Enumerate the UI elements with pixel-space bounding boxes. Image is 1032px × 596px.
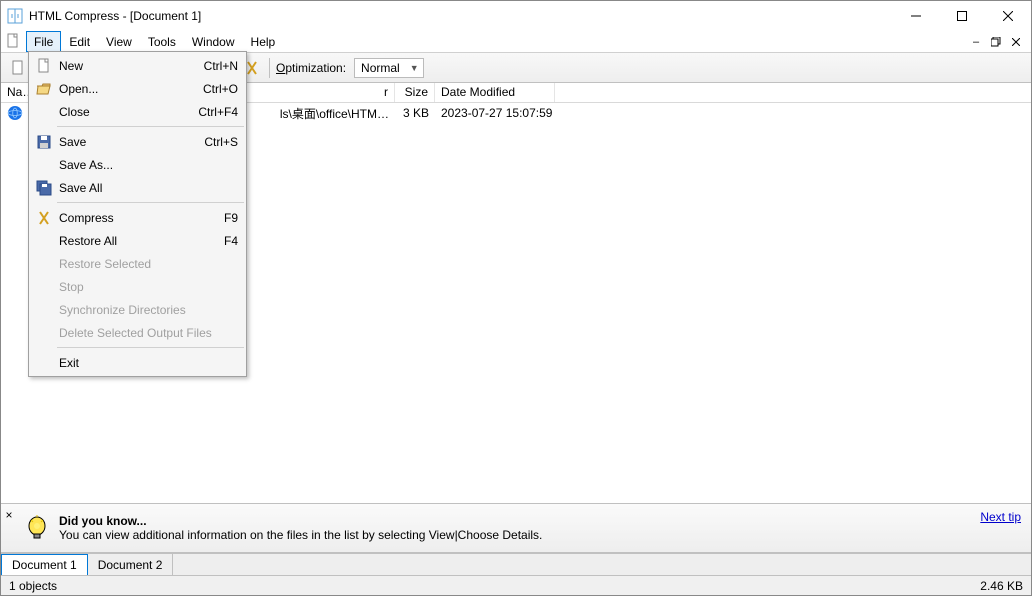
close-button[interactable] bbox=[985, 1, 1031, 31]
status-right: 2.46 KB bbox=[980, 579, 1023, 593]
menu-view[interactable]: View bbox=[98, 31, 140, 52]
minimize-button[interactable] bbox=[893, 1, 939, 31]
menu-item-restoresel: Restore Selected bbox=[29, 252, 246, 275]
tip-body: You can view additional information on t… bbox=[59, 528, 972, 542]
file-menu-dropdown: New Ctrl+N Open... Ctrl+O Close Ctrl+F4 … bbox=[28, 51, 247, 377]
status-left: 1 objects bbox=[9, 579, 57, 593]
column-date[interactable]: Date Modified bbox=[435, 83, 555, 102]
mdi-close-button[interactable] bbox=[1009, 35, 1023, 49]
menu-bar: File Edit View Tools Window Help – bbox=[1, 31, 1031, 53]
menu-item-saveas[interactable]: Save As... bbox=[29, 153, 246, 176]
mdi-minimize-button[interactable]: – bbox=[969, 35, 983, 49]
tip-panel: × Did you know... You can view additiona… bbox=[1, 503, 1031, 553]
menu-edit[interactable]: Edit bbox=[61, 31, 98, 52]
menu-item-sync: Synchronize Directories bbox=[29, 298, 246, 321]
menu-item-saveall[interactable]: Save All bbox=[29, 176, 246, 199]
compress-icon bbox=[33, 210, 55, 226]
save-all-icon bbox=[33, 180, 55, 196]
menu-window[interactable]: Window bbox=[184, 31, 243, 52]
maximize-button[interactable] bbox=[939, 1, 985, 31]
menu-tools[interactable]: Tools bbox=[140, 31, 184, 52]
row-date: 2023-07-27 15:07:59 bbox=[435, 106, 595, 120]
menu-separator bbox=[57, 126, 244, 127]
bulb-icon bbox=[23, 514, 51, 542]
mdi-restore-button[interactable] bbox=[989, 35, 1003, 49]
status-bar: 1 objects 2.46 KB bbox=[1, 575, 1031, 595]
menu-file[interactable]: File bbox=[26, 31, 61, 52]
title-bar: HTML Compress - [Document 1] bbox=[1, 1, 1031, 31]
optimization-label: Optimization: bbox=[276, 61, 346, 75]
document-icon bbox=[5, 33, 21, 49]
menu-separator bbox=[57, 202, 244, 203]
optimization-value: Normal bbox=[361, 61, 400, 75]
toolbar-separator bbox=[269, 58, 270, 78]
app-icon bbox=[7, 8, 23, 24]
new-icon bbox=[33, 58, 55, 74]
chevron-down-icon: ▼ bbox=[410, 63, 419, 73]
next-tip-link[interactable]: Next tip bbox=[980, 510, 1021, 524]
menu-separator bbox=[57, 347, 244, 348]
menu-item-restoreall[interactable]: Restore All F4 bbox=[29, 229, 246, 252]
tip-close-button[interactable]: × bbox=[3, 508, 15, 522]
column-size[interactable]: Size bbox=[395, 83, 435, 102]
menu-item-exit[interactable]: Exit bbox=[29, 351, 246, 374]
window-title: HTML Compress - [Document 1] bbox=[29, 9, 893, 23]
menu-item-save[interactable]: Save Ctrl+S bbox=[29, 130, 246, 153]
menu-item-stop: Stop bbox=[29, 275, 246, 298]
tab-document-1[interactable]: Document 1 bbox=[1, 554, 88, 575]
document-tabs: Document 1 Document 2 bbox=[1, 553, 1031, 575]
menu-item-close[interactable]: Close Ctrl+F4 bbox=[29, 100, 246, 123]
menu-item-compress[interactable]: Compress F9 bbox=[29, 206, 246, 229]
open-icon bbox=[33, 81, 55, 97]
menu-help[interactable]: Help bbox=[243, 31, 284, 52]
row-size: 3 KB bbox=[395, 106, 435, 120]
tab-document-2[interactable]: Document 2 bbox=[88, 554, 174, 575]
menu-item-open[interactable]: Open... Ctrl+O bbox=[29, 77, 246, 100]
save-icon bbox=[33, 134, 55, 150]
menu-item-delout: Delete Selected Output Files bbox=[29, 321, 246, 344]
menu-item-new[interactable]: New Ctrl+N bbox=[29, 54, 246, 77]
optimization-combo[interactable]: Normal ▼ bbox=[354, 58, 424, 78]
new-icon[interactable] bbox=[7, 57, 29, 79]
tip-title: Did you know... bbox=[59, 514, 972, 528]
